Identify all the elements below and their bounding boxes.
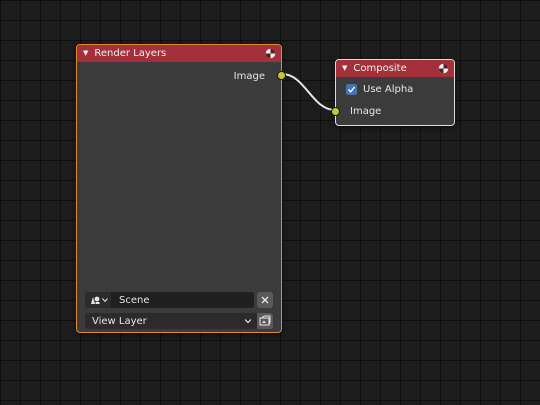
output-image-row: Image xyxy=(234,69,265,83)
render-result-icon xyxy=(265,48,276,59)
scene-name-value: Scene xyxy=(119,294,150,306)
close-icon xyxy=(261,296,269,304)
node-title: Composite xyxy=(353,63,407,74)
node-title: Render Layers xyxy=(94,48,167,59)
composite-node[interactable]: ▼ Composite Use Alpha Image xyxy=(331,59,455,126)
use-alpha-checkbox[interactable] xyxy=(346,83,357,95)
scene-browse-button[interactable] xyxy=(85,292,111,308)
node-editor-canvas[interactable]: ▼ Render Layers Image Scene View Layer ▼… xyxy=(0,0,540,405)
scene-name-field[interactable]: Scene xyxy=(111,292,254,308)
output-image-socket[interactable] xyxy=(277,71,286,80)
input-image-row: Image xyxy=(350,104,381,118)
render-result-icon xyxy=(438,63,449,74)
render-layer-button[interactable] xyxy=(257,313,273,329)
chevron-down-icon xyxy=(101,298,108,303)
scene-clear-button[interactable] xyxy=(257,292,273,308)
input-image-socket[interactable] xyxy=(331,107,340,116)
render-layer-icon xyxy=(259,315,271,326)
view-layer-dropdown[interactable]: View Layer xyxy=(85,313,257,329)
view-layer-value: View Layer xyxy=(92,315,147,327)
render-layers-header[interactable]: ▼ Render Layers xyxy=(77,45,281,62)
composite-header[interactable]: ▼ Composite xyxy=(336,60,454,77)
chevron-down-icon xyxy=(244,319,252,324)
input-image-label: Image xyxy=(350,105,382,117)
scene-selector: Scene xyxy=(85,292,273,308)
checkmark-icon xyxy=(347,86,356,93)
output-image-label: Image xyxy=(233,70,265,82)
use-alpha-label: Use Alpha xyxy=(363,83,414,95)
scene-icon xyxy=(90,296,99,304)
use-alpha-row[interactable]: Use Alpha xyxy=(346,82,413,96)
collapse-arrow-icon[interactable]: ▼ xyxy=(83,50,88,57)
collapse-arrow-icon[interactable]: ▼ xyxy=(342,65,347,72)
render-layers-node[interactable]: ▼ Render Layers Image Scene View Layer xyxy=(76,44,286,333)
view-layer-selector: View Layer xyxy=(85,313,273,329)
node-link-image[interactable] xyxy=(281,73,336,111)
